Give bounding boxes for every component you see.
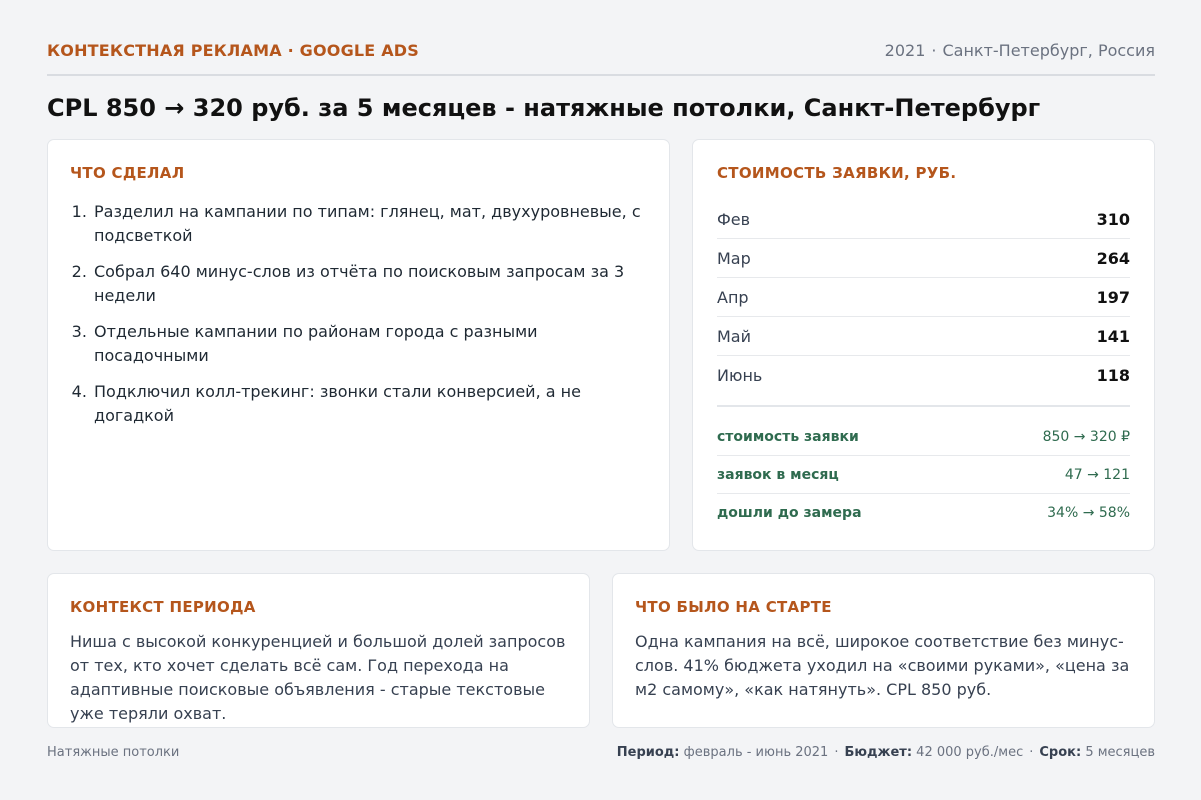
footer-meta: Период: февраль - июнь 2021 · Бюджет: 42 0… — [617, 745, 1155, 760]
month-value: 264 — [1096, 248, 1130, 268]
budget-label: Бюджет: — [844, 745, 913, 760]
year-label: 2021 — [884, 41, 926, 60]
separator-dot: · — [834, 745, 839, 760]
kpi-row: стоимость заявки 850 → 320 ₽ — [717, 418, 1130, 456]
cpl-month-row: Май 141 — [717, 317, 1130, 356]
start-card: ЧТО БЫЛО НА СТАРТЕ Одна кампания на всё,… — [612, 573, 1155, 728]
month-value: 197 — [1096, 287, 1130, 307]
start-text: Одна кампания на всё, широкое соответств… — [635, 632, 1130, 699]
context-card-title: КОНТЕКСТ ПЕРИОДА — [70, 598, 256, 616]
case-page: КОНТЕКСТНАЯ РЕКЛАМА · GOOGLE ADS 2021 · Са… — [47, 0, 1155, 800]
month-name: Фев — [717, 209, 751, 229]
month-name: Май — [717, 326, 752, 346]
action-item: Собрал 640 минус-слов из отчёта по поиск… — [92, 260, 647, 308]
context-card: КОНТЕКСТ ПЕРИОДА Ниша с высокой конкурен… — [47, 573, 590, 728]
kpi-value: 34% → 58% — [1047, 505, 1130, 521]
location-label: Санкт-Петербург, Россия — [942, 41, 1155, 60]
kpi-value: 850 → 320 ₽ — [1042, 428, 1130, 445]
month-value: 141 — [1096, 326, 1130, 346]
cpl-card: СТОИМОСТЬ ЗАЯВКИ, РУБ. Фев 310 Мар 264 А… — [692, 139, 1155, 551]
actions-list: Разделил на кампании по типам: глянец, м… — [70, 200, 647, 428]
month-name: Апр — [717, 287, 749, 307]
action-item: Отдельные кампании по районам города с р… — [92, 320, 647, 368]
cpl-month-row: Фев 310 — [717, 200, 1130, 239]
action-item: Подключил колл-трекинг: звонки стали кон… — [92, 380, 647, 428]
category-label: КОНТЕКСТНАЯ РЕКЛАМА · GOOGLE ADS — [47, 41, 419, 60]
month-value: 310 — [1096, 209, 1130, 229]
header-bar: КОНТЕКСТНАЯ РЕКЛАМА · GOOGLE ADS 2021 · Са… — [47, 36, 1155, 76]
cpl-month-table: Фев 310 Мар 264 Апр 197 Май 141 Июнь 118 — [717, 200, 1130, 395]
term-value: 5 месяцев — [1085, 745, 1155, 760]
start-card-title: ЧТО БЫЛО НА СТАРТЕ — [635, 598, 832, 616]
page-title: CPL 850 → 320 руб. за 5 месяцев - натяжн… — [47, 94, 1041, 122]
cpl-month-row: Июнь 118 — [717, 356, 1130, 395]
footer-niche: Натяжные потолки — [47, 745, 180, 760]
cpl-month-row: Апр 197 — [717, 278, 1130, 317]
kpi-row: заявок в месяц 47 → 121 — [717, 456, 1130, 494]
kpi-value: 47 → 121 — [1064, 466, 1130, 483]
month-name: Мар — [717, 248, 751, 268]
kpi-list: стоимость заявки 850 → 320 ₽ заявок в ме… — [717, 418, 1130, 532]
cpl-month-row: Мар 264 — [717, 239, 1130, 278]
cpl-card-title: СТОИМОСТЬ ЗАЯВКИ, РУБ. — [717, 164, 957, 182]
header-meta: 2021 · Санкт-Петербург, Россия — [885, 41, 1155, 60]
kpi-label: заявок в месяц — [717, 466, 839, 483]
period-label: Период: — [616, 745, 680, 760]
kpi-row: дошли до замера 34% → 58% — [717, 494, 1130, 532]
actions-card-title: ЧТО СДЕЛАЛ — [70, 164, 185, 182]
kpi-label: стоимость заявки — [717, 428, 859, 445]
cpl-divider — [717, 405, 1130, 407]
budget-value: 42 000 руб./мес — [916, 745, 1024, 760]
context-text: Ниша с высокой конкуренцией и большой до… — [70, 632, 566, 723]
actions-card: ЧТО СДЕЛАЛ Разделил на кампании по типам… — [47, 139, 670, 551]
month-value: 118 — [1096, 366, 1130, 385]
separator-dot: · — [1029, 745, 1034, 760]
kpi-label: дошли до замера — [717, 505, 862, 521]
term-label: Срок: — [1039, 745, 1082, 760]
period-value: февраль - июнь 2021 — [683, 745, 829, 760]
action-item: Разделил на кампании по типам: глянец, м… — [92, 200, 647, 248]
month-name: Июнь — [717, 366, 763, 385]
separator-dot: · — [931, 41, 937, 60]
